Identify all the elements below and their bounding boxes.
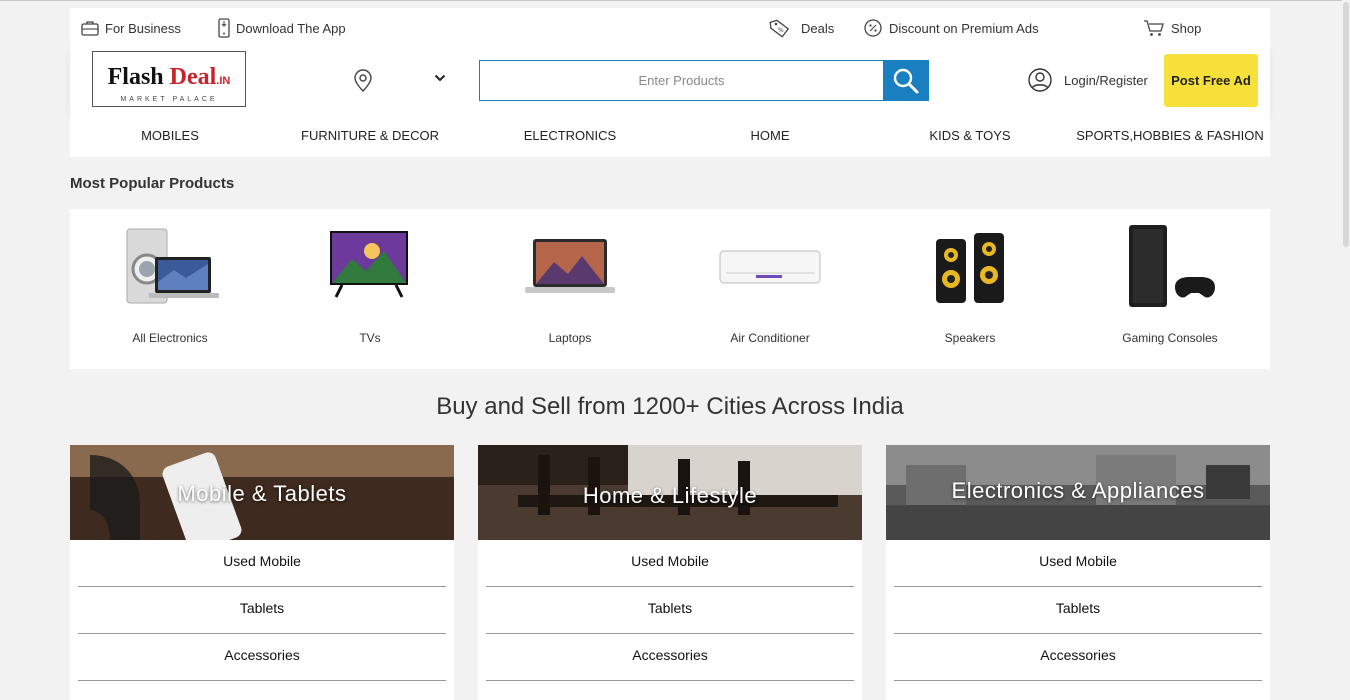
tile-link-accessories[interactable]: Accessories [894, 634, 1262, 681]
utility-bar: For Business Download The App % Deals Di… [70, 8, 1270, 48]
tile-link-accessories[interactable]: Accessories [486, 634, 854, 681]
download-app-label: Download The App [236, 20, 346, 36]
search-icon [893, 68, 919, 93]
tile-banner-home[interactable]: Home & Lifestyle [478, 445, 862, 540]
logo-flash-text: Flash [107, 64, 164, 90]
window-top-border [0, 0, 1350, 1]
tile-link-used-mobile[interactable]: Used Mobile [486, 540, 854, 587]
tile-title: Electronics & Appliances [951, 478, 1205, 503]
search-input[interactable] [480, 61, 883, 100]
nav-category-furniture[interactable]: FURNITURE & DECOR [270, 128, 470, 143]
login-register-link[interactable]: Login/Register [1028, 68, 1148, 92]
discount-link[interactable]: Discount on Premium Ads [863, 8, 1039, 48]
discount-badge-icon [864, 19, 882, 37]
popular-item-all-electronics[interactable]: All Electronics [70, 209, 270, 369]
nav-category-kids-toys[interactable]: KIDS & TOYS [870, 128, 1070, 143]
tile-link-label: Tablets [647, 600, 693, 616]
tile-link-label: Tablets [239, 600, 285, 616]
logo-tld-text: .IN [216, 75, 231, 87]
tile-link-label: Used Mobile [631, 553, 709, 569]
svg-text:%: % [778, 27, 784, 34]
shop-label: Shop [1171, 20, 1202, 36]
popular-products-heading: Most Popular Products [70, 175, 235, 192]
tile-link-label: Accessories [224, 647, 300, 663]
category-nav: MOBILES FURNITURE & DECOR ELECTRONICS HO… [70, 112, 1270, 157]
tile-link-used-mobile[interactable]: Used Mobile [78, 540, 446, 587]
discount-label: Discount on Premium Ads [889, 20, 1039, 36]
nav-category-sports-fashion[interactable]: SPORTS,HOBBIES & FASHION [1070, 128, 1270, 143]
popular-item-air-conditioner[interactable]: Air Conditioner [670, 209, 870, 369]
tile-link-label: Used Mobile [223, 553, 301, 569]
tile-title: Mobile & Tablets [177, 481, 347, 506]
tv-image [330, 231, 408, 298]
cities-headline: Buy and Sell from 1200+ Cities Across In… [436, 393, 904, 420]
tile-link-tablets[interactable]: Tablets [486, 587, 854, 634]
popular-item-label: Speakers [944, 331, 996, 345]
popular-item-label: Gaming Consoles [1122, 331, 1218, 345]
category-tile-home: Home & Lifestyle Used Mobile Tablets Acc… [478, 445, 862, 700]
tile-title: Home & Lifestyle [582, 483, 758, 508]
chevron-down-icon[interactable] [434, 74, 446, 82]
tile-link-tablets[interactable]: Tablets [894, 587, 1262, 634]
nav-category-mobiles[interactable]: MOBILES [70, 128, 270, 143]
main-header: Flash Deal.IN MARKET PALACE Login/Regist… [70, 48, 1270, 112]
gaming-console-image [1129, 225, 1215, 307]
popular-item-label: TVs [359, 331, 381, 345]
download-app-link[interactable]: Download The App [218, 8, 346, 48]
phone-icon [218, 18, 230, 38]
for-business-label: For Business [105, 20, 181, 36]
scrollbar-thumb[interactable] [1343, 2, 1349, 247]
post-free-ad-button[interactable]: Post Free Ad [1164, 54, 1258, 107]
air-conditioner-image [719, 250, 821, 284]
for-business-link[interactable]: For Business [81, 8, 181, 48]
popular-item-label: Laptops [548, 331, 592, 345]
electronics-image [126, 228, 219, 304]
search-box [479, 60, 884, 101]
search-button[interactable] [883, 60, 929, 101]
category-tile-mobile: Mobile & Tablets Used Mobile Tablets Acc… [70, 445, 454, 700]
tile-banner-electronics[interactable]: Electronics & Appliances [886, 445, 1270, 540]
popular-item-gaming-consoles[interactable]: Gaming Consoles [1070, 209, 1270, 369]
logo-deal-text: Deal [169, 64, 217, 90]
tile-link-label: Tablets [1055, 600, 1101, 616]
user-icon [1028, 68, 1052, 92]
popular-item-laptops[interactable]: Laptops [470, 209, 670, 369]
nav-category-electronics[interactable]: ELECTRONICS [470, 128, 670, 143]
deals-label: Deals [801, 20, 835, 36]
popular-item-label: Air Conditioner [730, 331, 810, 345]
tag-icon: % [769, 19, 790, 38]
popular-products-strip: All Electronics TVs Laptops Air Conditio… [70, 209, 1270, 369]
tile-link-tablets[interactable]: Tablets [78, 587, 446, 634]
popular-item-label: All Electronics [132, 331, 208, 345]
tile-link-accessories[interactable]: Accessories [78, 634, 446, 681]
tile-link-label: Used Mobile [1039, 553, 1117, 569]
speakers-image [936, 233, 1004, 303]
category-tile-electronics: Electronics & Appliances Used Mobile Tab… [886, 445, 1270, 700]
popular-item-speakers[interactable]: Speakers [870, 209, 1070, 369]
laptop-image [525, 239, 615, 293]
briefcase-icon [81, 21, 99, 36]
tile-link-label: Accessories [632, 647, 708, 663]
tile-link-label: Accessories [1040, 647, 1116, 663]
deals-link[interactable]: % Deals [769, 8, 834, 48]
cart-icon [1144, 20, 1164, 36]
page-scrollbar[interactable] [1342, 0, 1350, 700]
tile-banner-mobile[interactable]: Mobile & Tablets [70, 445, 454, 540]
logo-subtitle: MARKET PALACE [120, 96, 218, 103]
popular-item-tvs[interactable]: TVs [270, 209, 470, 369]
nav-category-home[interactable]: HOME [670, 128, 870, 143]
location-pin-icon[interactable] [353, 68, 373, 92]
shop-link[interactable]: Shop [1143, 8, 1201, 48]
tile-link-used-mobile[interactable]: Used Mobile [894, 540, 1262, 587]
site-logo[interactable]: Flash Deal.IN MARKET PALACE [92, 51, 246, 107]
login-register-label: Login/Register [1064, 72, 1148, 88]
